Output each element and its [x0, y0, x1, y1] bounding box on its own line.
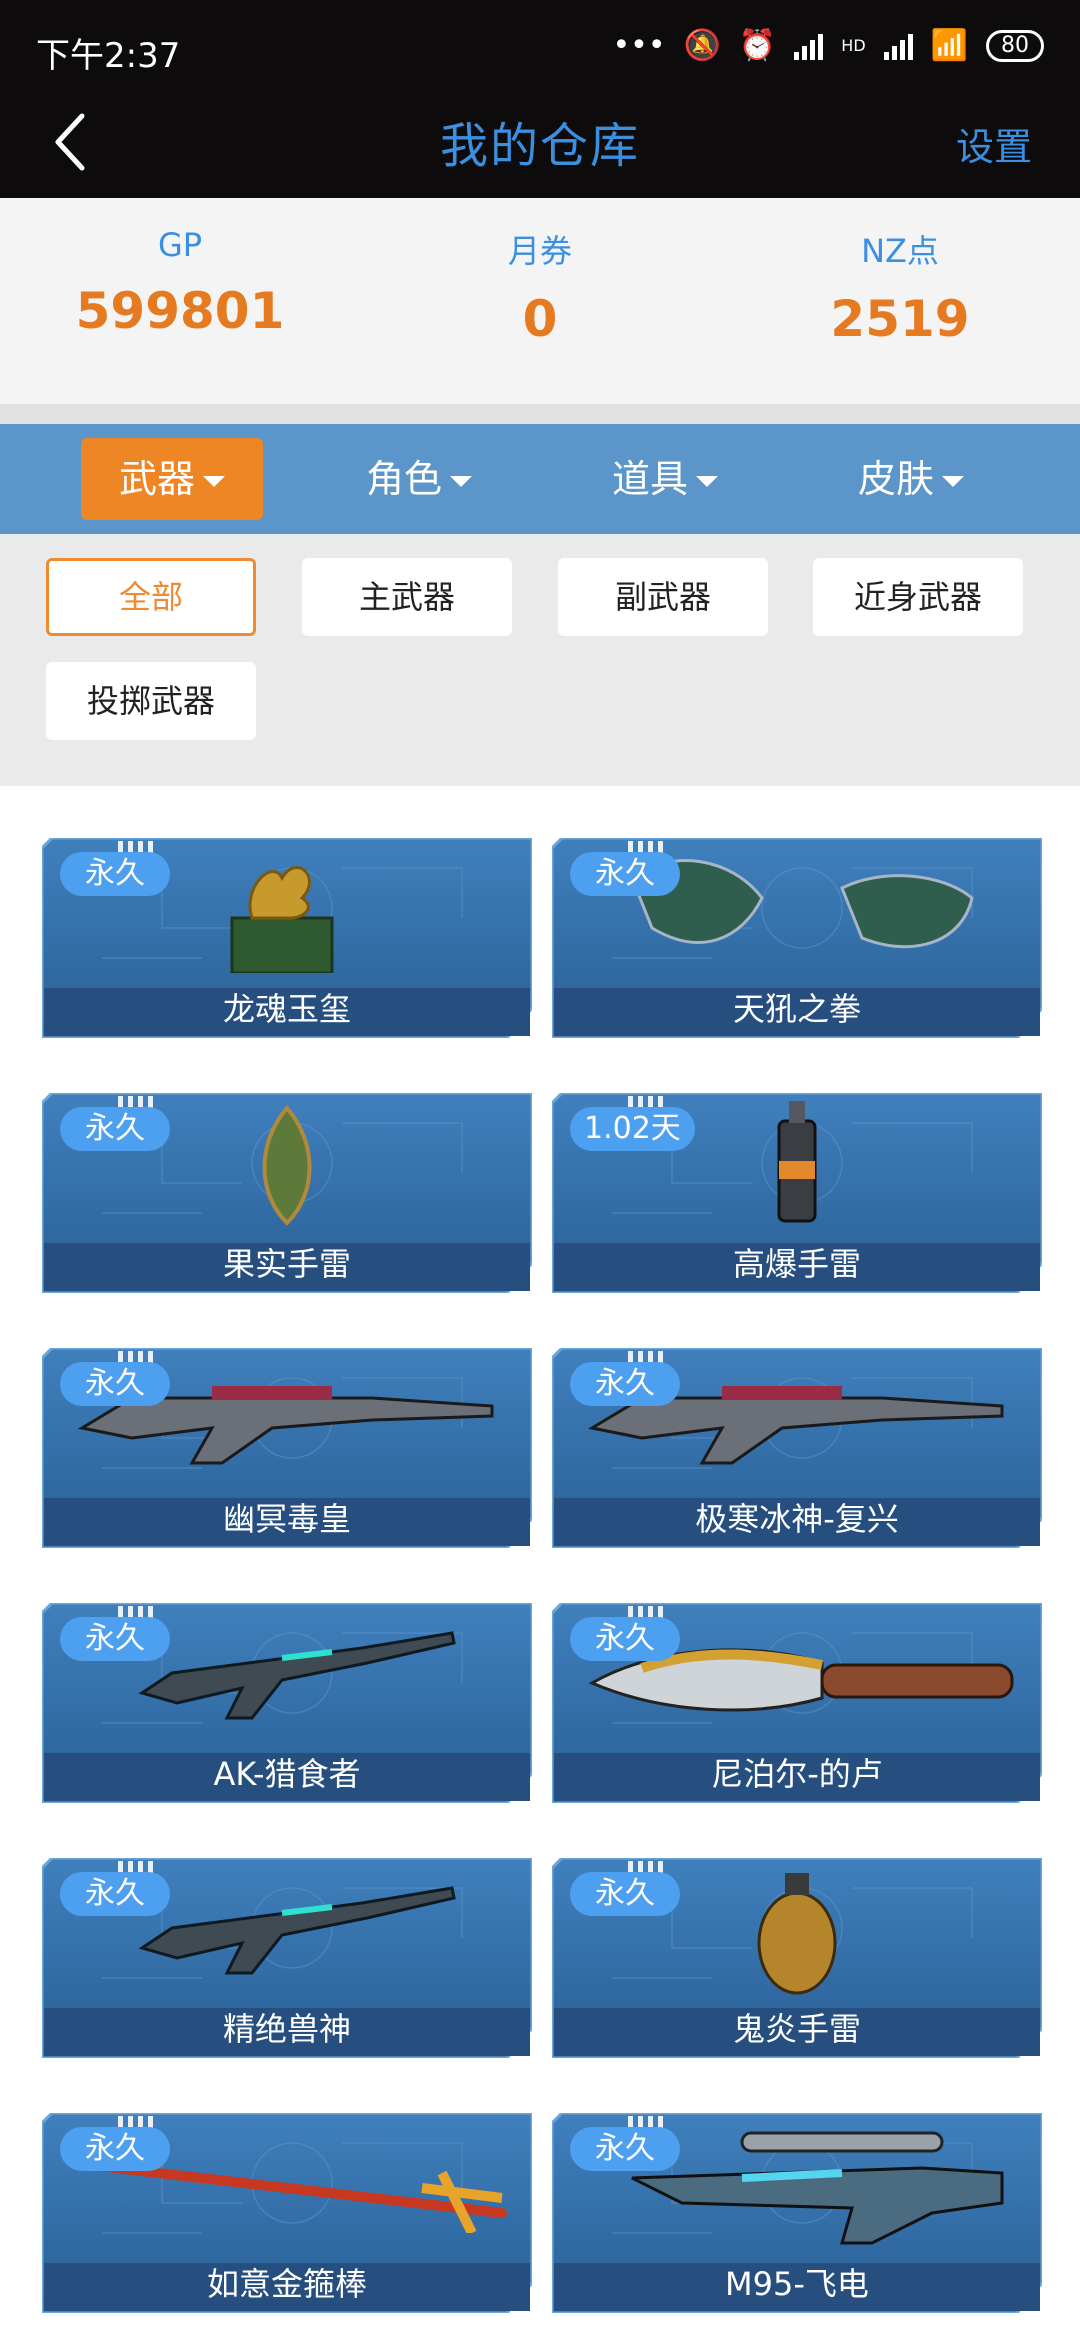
tab-label: 角色 — [365, 457, 442, 501]
item-card[interactable]: 永久如意金箍棒 — [42, 2113, 532, 2313]
currency-label: GP — [157, 226, 203, 264]
tab-props[interactable]: 道具 — [574, 438, 756, 520]
duration-badge: 永久 — [570, 1362, 680, 1406]
tab-skins[interactable]: 皮肤 — [820, 438, 1002, 520]
caret-down-icon — [696, 476, 718, 487]
item-card[interactable]: 永久极寒冰神-复兴 — [552, 1348, 1042, 1548]
tab-label: 武器 — [118, 457, 195, 501]
alarm-icon: ⏰ — [738, 28, 777, 63]
battery-icon: 80 — [986, 29, 1044, 62]
status-bar: 下午2:37 ••• 🔕 ⏰ HD 📶 80 — [0, 0, 1080, 96]
item-card[interactable]: 永久天犼之拳 — [552, 838, 1042, 1038]
signal-icon — [794, 32, 824, 60]
currency-label: 月券 — [507, 232, 572, 270]
currency-voucher: 月券 0 — [360, 198, 720, 404]
item-card[interactable]: 永久 M95-飞电 — [552, 2113, 1042, 2313]
status-icons: ••• 🔕 ⏰ HD 📶 80 — [612, 28, 1044, 63]
currency-panel: GP 599801 月券 0 NZ点 2519 — [0, 198, 1080, 404]
item-name: 精绝兽神 — [222, 2010, 351, 2048]
item-name: M95-飞电 — [725, 2265, 869, 2303]
currency-value: 2519 — [830, 290, 970, 348]
currency-value: 0 — [522, 290, 558, 348]
filter-throwable[interactable]: 投掷武器 — [46, 662, 256, 740]
filter-primary[interactable]: 主武器 — [302, 558, 512, 636]
hd-label: HD — [841, 36, 866, 55]
tab-label: 道具 — [611, 457, 688, 501]
item-name: 高爆手雷 — [732, 1245, 861, 1283]
item-name: 如意金箍棒 — [206, 2265, 367, 2303]
item-card[interactable]: 永久精绝兽神 — [42, 1858, 532, 2058]
item-name: 鬼炎手雷 — [732, 2010, 861, 2048]
app-header: 我的仓库 设置 — [0, 96, 1080, 198]
currency-label: NZ点 — [861, 232, 939, 270]
category-tabs: 武器 角色 道具 皮肤 — [0, 424, 1080, 534]
tab-label: 皮肤 — [857, 457, 934, 501]
caret-down-icon — [942, 476, 964, 487]
item-name: AK-猎食者 — [213, 1755, 361, 1793]
currency-value: 599801 — [75, 282, 285, 340]
status-time: 下午2:37 — [36, 36, 181, 76]
weapon-filters: 全部 主武器 副武器 近身武器 投掷武器 — [0, 534, 1080, 786]
item-name: 果实手雷 — [222, 1245, 351, 1283]
signal-icon-2 — [883, 32, 913, 60]
wifi-icon: 📶 — [930, 28, 968, 63]
duration-badge: 永久 — [60, 852, 170, 896]
page-title: 我的仓库 — [439, 118, 640, 174]
duration-badge: 永久 — [570, 1617, 680, 1661]
item-name: 龙魂玉玺 — [222, 990, 351, 1028]
item-name: 尼泊尔-的卢 — [711, 1755, 883, 1793]
duration-badge: 永久 — [570, 852, 680, 896]
item-card[interactable]: 永久尼泊尔-的卢 — [552, 1603, 1042, 1803]
caret-down-icon — [450, 476, 472, 487]
duration-badge: 永久 — [60, 1107, 170, 1151]
duration-badge: 永久 — [60, 1872, 170, 1916]
settings-button[interactable]: 设置 — [956, 116, 1032, 171]
item-name: 极寒冰神-复兴 — [695, 1500, 899, 1538]
item-card[interactable]: 永久 AK-猎食者 — [42, 1603, 532, 1803]
item-card[interactable]: 永久鬼炎手雷 — [552, 1858, 1042, 2058]
duration-badge: 永久 — [60, 1617, 170, 1661]
tab-characters[interactable]: 角色 — [328, 438, 510, 520]
divider — [0, 404, 1080, 424]
duration-badge: 永久 — [570, 2127, 680, 2171]
filter-secondary[interactable]: 副武器 — [558, 558, 768, 636]
duration-badge: 永久 — [570, 1872, 680, 1916]
duration-badge: 永久 — [60, 2127, 170, 2171]
item-name: 天犼之拳 — [732, 990, 861, 1028]
item-card[interactable]: 永久幽冥毒皇 — [42, 1348, 532, 1548]
filter-melee[interactable]: 近身武器 — [813, 558, 1023, 636]
item-name: 幽冥毒皇 — [222, 1500, 351, 1538]
caret-down-icon — [203, 476, 225, 487]
currency-nz: NZ点 2519 — [720, 198, 1080, 404]
duration-badge: 永久 — [60, 1362, 170, 1406]
filter-all[interactable]: 全部 — [46, 558, 256, 636]
item-card[interactable]: 永久龙魂玉玺 — [42, 838, 532, 1038]
mute-icon: 🔕 — [683, 28, 721, 63]
tab-weapons[interactable]: 武器 — [81, 438, 263, 520]
item-card[interactable]: 永久果实手雷 — [42, 1093, 532, 1293]
more-icon: ••• — [612, 28, 666, 63]
duration-badge: 1.02天 — [570, 1107, 695, 1151]
currency-gp: GP 599801 — [0, 198, 360, 404]
item-card[interactable]: 1.02天高爆手雷 — [552, 1093, 1042, 1293]
